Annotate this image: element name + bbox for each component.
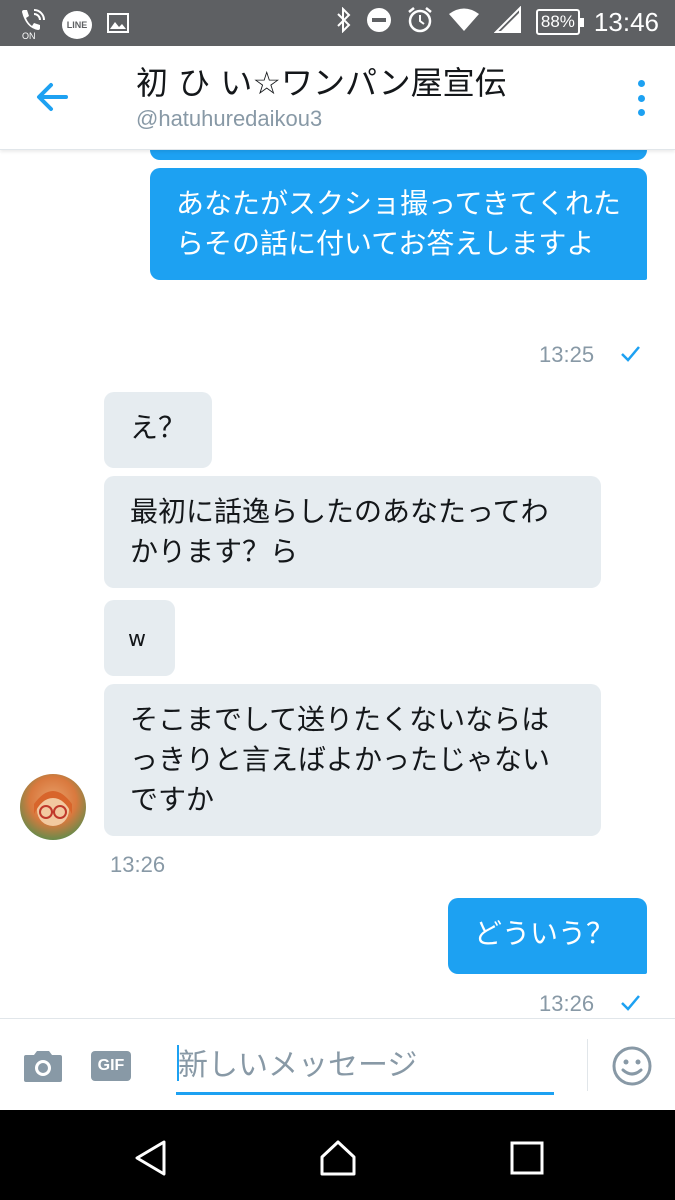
message-bubble-partial[interactable]	[150, 150, 647, 160]
status-time: 13:46	[593, 6, 659, 37]
message-text: w	[128, 627, 146, 652]
android-nav-bar	[0, 1110, 675, 1200]
conversation-header: 初 ひ い☆ワンパン屋宣伝 @hatuhuredaikou3	[0, 46, 675, 150]
wifi-icon	[448, 7, 480, 37]
read-check-icon	[619, 344, 643, 364]
image-icon	[106, 11, 130, 39]
status-bar: ON LINE 88% 13:46	[0, 0, 675, 46]
message-text: あなたがスクショ撮ってきてくれたらその話に付いてお答えしますよ	[176, 187, 621, 260]
message-bubble-sent[interactable]: あなたがスクショ撮ってきてくれたらその話に付いてお答えしますよ	[150, 168, 647, 280]
back-arrow-icon[interactable]	[30, 74, 76, 120]
emoji-icon[interactable]	[611, 1045, 653, 1087]
message-timestamp: 13:26	[110, 852, 166, 877]
message-bubble-sent[interactable]: どういう？	[448, 898, 647, 974]
bluetooth-icon	[336, 6, 352, 37]
message-list[interactable]: あなたがスクショ撮ってきてくれたらその話に付いてお答えしますよ 13:25 え？…	[0, 150, 675, 1018]
conversation-handle: @hatuhuredaikou3	[136, 106, 323, 131]
conversation-title: 初 ひ い☆ワンパン屋宣伝	[136, 64, 507, 102]
new-message-input[interactable]	[176, 1039, 554, 1095]
gif-button[interactable]: GIF	[91, 1051, 131, 1081]
message-bubble-received[interactable]: w	[104, 600, 175, 676]
home-nav-icon[interactable]	[318, 1138, 358, 1178]
message-text: そこまでして送りたくないならはっきりと言えばよかったじゃないですか	[130, 703, 551, 816]
line-icon: LINE	[62, 11, 92, 39]
composer-divider	[587, 1039, 588, 1091]
more-options-icon[interactable]	[635, 80, 647, 116]
on-label: ON	[22, 31, 36, 40]
alarm-icon	[406, 6, 434, 38]
message-bubble-received[interactable]: え？	[104, 392, 212, 468]
message-bubble-received[interactable]: そこまでして送りたくないならはっきりと言えばよかったじゃないですか	[104, 684, 601, 836]
back-nav-icon[interactable]	[131, 1138, 171, 1178]
signal-icon	[493, 5, 522, 38]
wifi-calling-icon: ON	[18, 6, 48, 44]
message-text: どういう？	[474, 917, 615, 950]
message-text: え？	[130, 411, 187, 444]
text-cursor	[177, 1045, 179, 1081]
message-timestamp: 13:26	[539, 991, 595, 1016]
status-left-icons: ON LINE	[18, 6, 130, 44]
camera-icon[interactable]	[22, 1049, 64, 1083]
read-check-icon	[619, 993, 643, 1013]
avatar[interactable]	[20, 774, 86, 840]
message-text: 最初に話逸らしたのあなたってわかります？ら	[130, 495, 549, 568]
message-composer: GIF	[0, 1018, 675, 1110]
status-right-icons: 88% 13:46	[336, 5, 659, 38]
battery-icon: 88%	[535, 9, 584, 35]
recents-nav-icon[interactable]	[507, 1138, 547, 1178]
message-bubble-received[interactable]: 最初に話逸らしたのあなたってわかります？ら	[104, 476, 601, 588]
dnd-icon	[366, 7, 392, 37]
message-timestamp: 13:25	[539, 342, 595, 367]
